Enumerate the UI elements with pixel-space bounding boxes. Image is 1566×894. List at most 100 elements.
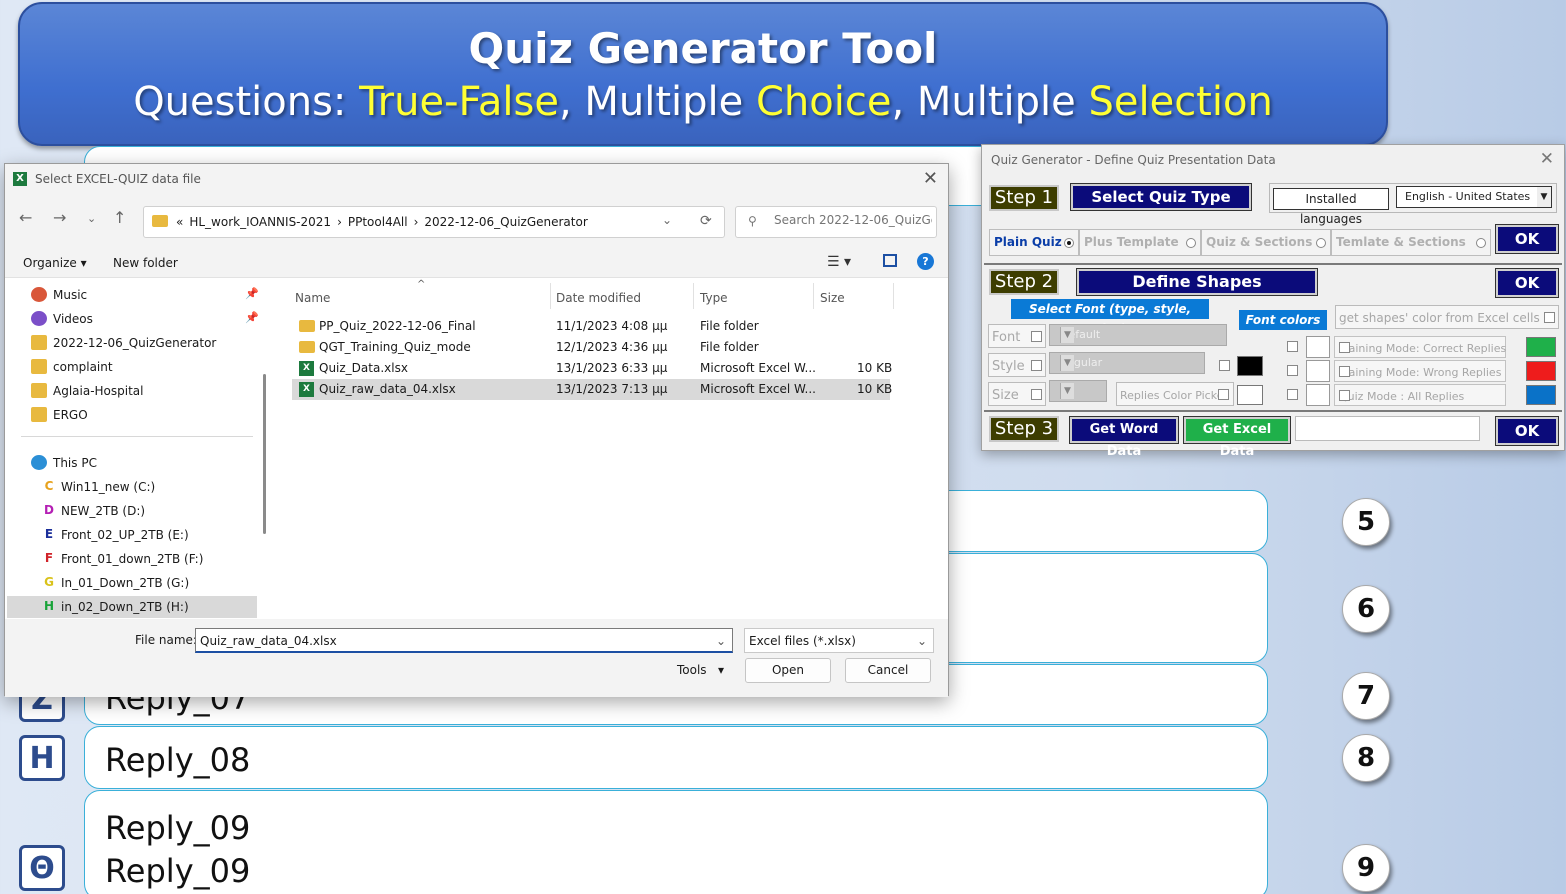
mode-color-swatch[interactable] (1526, 361, 1556, 381)
file-row[interactable]: X Quiz_Data.xlsx 13/1/2023 6:33 μμ Microsof… (292, 358, 892, 379)
file-name-input[interactable]: Quiz_raw_data_04.xlsx ⌄ (195, 628, 733, 653)
nav-item[interactable]: D NEW_2TB (D:) (7, 500, 257, 522)
up-arrow-icon[interactable]: ↑ (113, 208, 126, 227)
mode-color-box[interactable] (1306, 384, 1330, 406)
nav-item[interactable]: Hin_02_Down_2TB (H:) (7, 596, 257, 618)
chevron-down-icon[interactable]: ⌄ (716, 634, 726, 648)
language-select[interactable]: English - United States ▼ (1396, 186, 1552, 208)
mode-checkbox[interactable] (1287, 341, 1298, 352)
excel-file-icon: X (299, 361, 314, 376)
tools-menu[interactable]: Tools ▾ (677, 663, 724, 677)
drive-d-icon: D (44, 503, 54, 517)
nav-item[interactable]: Aglaia-Hospital (7, 380, 257, 402)
file-row[interactable]: PP_Quiz_2022-12-06_Final 11/1/2023 4:08 μ… (292, 316, 890, 337)
nav-item[interactable]: G In_01_Down_2TB (G:) (7, 572, 257, 594)
option-plain-quiz[interactable]: Plain Quiz (989, 229, 1079, 256)
view-options-icon[interactable]: ☰ ▾ (827, 254, 851, 270)
folder-icon (299, 320, 315, 332)
organize-button[interactable]: Organize ▾ (23, 256, 87, 270)
file-row[interactable]: QGT_Training_Quiz_mode 12/1/2023 4:36 μμ F… (292, 337, 890, 358)
mode-color-swatch[interactable] (1526, 385, 1556, 405)
folder-icon (31, 383, 47, 398)
search-box[interactable]: ⚲ (735, 206, 937, 238)
mode-row[interactable]: Training Mode: Correct Replies (1334, 336, 1506, 358)
close-icon[interactable]: ✕ (1540, 149, 1554, 169)
mode-color-swatch[interactable] (1526, 337, 1556, 357)
file-date: 13/1/2023 7:13 μμ (556, 382, 668, 396)
address-bar[interactable]: «HL_work_IOANNIS-2021 › PPtool4All › 2022-12… (143, 206, 725, 238)
style-field-label: Style (988, 353, 1046, 377)
option-plus-template[interactable]: Plus Template (1079, 229, 1201, 256)
font-field-label: Font (988, 324, 1046, 348)
sort-caret-icon: ^ (417, 279, 426, 290)
chevron-down-icon[interactable]: ⌄ (917, 634, 927, 648)
mode-color-box[interactable] (1306, 360, 1330, 382)
option-quiz-sections[interactable]: Quiz & Sections (1201, 229, 1331, 256)
replies-color-swatch[interactable] (1237, 385, 1263, 405)
banner-subtitle: Questions: True-False, Multiple Choice, … (133, 79, 1273, 125)
get-word-data-button[interactable]: Get Word Data (1069, 416, 1179, 459)
column-size[interactable]: Size (820, 291, 845, 305)
font-size-combo[interactable]: 18▼ (1049, 380, 1107, 402)
mode-checkbox[interactable] (1287, 389, 1298, 400)
mode-checkbox[interactable] (1287, 365, 1298, 376)
excel-colors-option[interactable]: get shapes' color from Excel cells (1335, 305, 1559, 329)
open-button[interactable]: Open (745, 658, 831, 683)
nav-item[interactable]: F Front_01_down_2TB (F:) (7, 548, 257, 570)
nav-item[interactable]: ERGO (7, 404, 257, 426)
nav-item[interactable]: 2022-12-06_QuizGenerator (7, 332, 257, 354)
font-color-checkbox[interactable] (1219, 360, 1230, 371)
font-color-swatch[interactable] (1237, 356, 1263, 376)
form-title: Quiz Generator - Define Quiz Presentatio… (991, 153, 1276, 167)
file-type: File folder (700, 319, 759, 333)
nav-item[interactable]: Music 📌 (7, 284, 259, 306)
back-arrow-icon[interactable]: ← (19, 208, 32, 227)
videos-icon (31, 311, 47, 326)
mode-row[interactable]: Training Mode: Wrong Replies (1334, 360, 1506, 382)
nav-item[interactable]: Videos 📌 (7, 308, 259, 330)
forward-arrow-icon[interactable]: → (53, 208, 66, 227)
installed-languages-label: Installed languages (1273, 188, 1389, 226)
pin-icon[interactable]: 📌 (245, 287, 259, 300)
option-template-sections[interactable]: Temlate & Sections (1331, 229, 1491, 256)
reply-text: Reply_09 (105, 809, 251, 847)
search-input[interactable] (774, 213, 932, 227)
close-icon[interactable]: ✕ (923, 168, 938, 189)
ok-button-step1[interactable]: OK (1495, 224, 1559, 254)
data-file-input[interactable] (1295, 416, 1480, 441)
new-folder-button[interactable]: New folder (113, 256, 178, 270)
cancel-button[interactable]: Cancel (845, 658, 931, 683)
drive-g-icon: G (44, 575, 54, 589)
file-type-select[interactable]: Excel files (*.xlsx) ⌄ (744, 628, 934, 653)
column-date[interactable]: Date modified (556, 291, 641, 305)
ok-button-step3[interactable]: OK (1495, 416, 1559, 446)
nav-item[interactable]: C Win11_new (C:) (7, 476, 257, 498)
replies-color-picker[interactable]: Replies Color Picker (1116, 382, 1234, 406)
nav-item[interactable]: E Front_02_UP_2TB (E:) (7, 524, 257, 546)
mode-row[interactable]: Quiz Mode : All Replies (1334, 384, 1506, 406)
file-row[interactable]: X Quiz_raw_data_04.xlsx 13/1/2023 7:13 μμ M… (292, 379, 892, 400)
column-name[interactable]: Name (295, 291, 330, 305)
ok-button-step2[interactable]: OK (1495, 268, 1559, 298)
nav-item[interactable]: complaint (7, 356, 257, 378)
excel-colors-checkbox[interactable] (1544, 312, 1555, 323)
select-quiz-type-button[interactable]: Select Quiz Type (1070, 183, 1252, 211)
recent-chevron-icon[interactable]: ⌄ (87, 212, 96, 225)
help-icon[interactable]: ? (917, 253, 934, 270)
nav-item-label: In_01_Down_2TB (G:) (61, 576, 190, 590)
nav-item-label: Front_02_UP_2TB (E:) (61, 528, 189, 542)
nav-item[interactable]: This PC (7, 452, 257, 474)
get-excel-data-button[interactable]: Get Excel Data (1183, 416, 1291, 459)
folder-icon (31, 407, 47, 422)
chevron-down-icon[interactable]: ⌄ (662, 213, 672, 227)
font-type-combo[interactable]: Default ▼ (1049, 324, 1227, 346)
mode-color-box[interactable] (1306, 336, 1330, 358)
pin-icon[interactable]: 📌 (245, 311, 259, 324)
nav-scrollbar[interactable] (263, 374, 266, 534)
preview-pane-icon[interactable] (883, 254, 897, 267)
column-type[interactable]: Type (700, 291, 728, 305)
font-style-combo[interactable]: Regular ▼ (1049, 352, 1205, 374)
refresh-icon[interactable]: ⟳ (700, 213, 712, 229)
define-shapes-button[interactable]: Define Shapes (1076, 268, 1318, 296)
step2-label: Step 2 (989, 269, 1059, 295)
